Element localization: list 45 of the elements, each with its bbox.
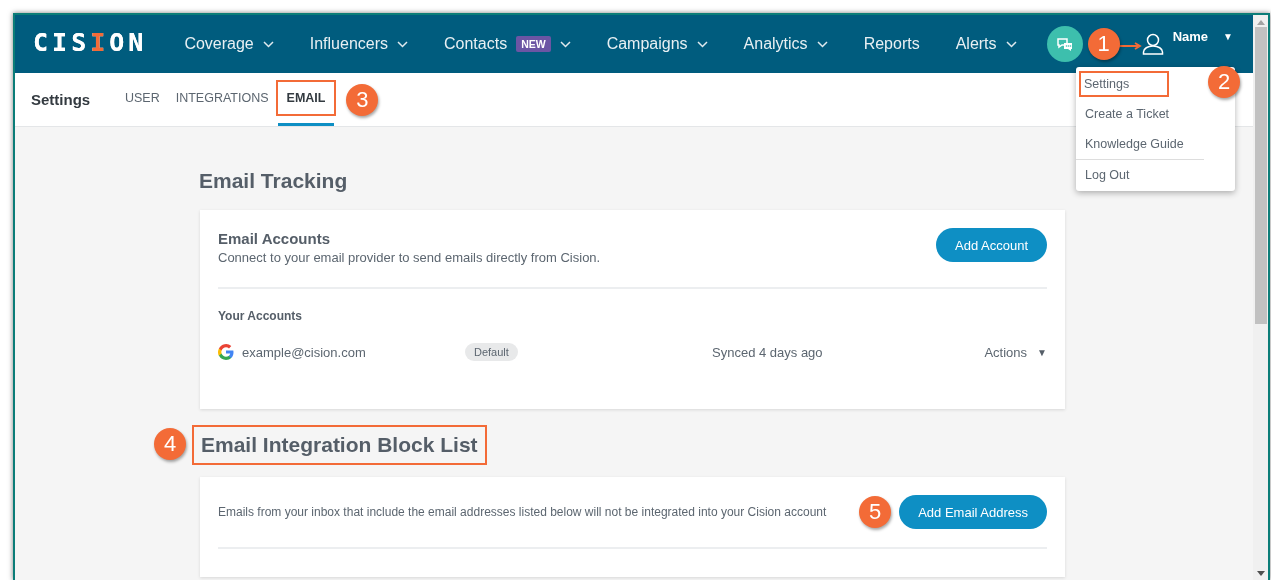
- callout-number: 1: [1087, 28, 1120, 60]
- sync-status: Synced 4 days ago: [712, 344, 824, 360]
- dropdown-menu-item[interactable]: Knowledge Guide: [1076, 129, 1204, 159]
- page-title: Settings: [31, 91, 92, 108]
- chevron-down-icon: [559, 40, 571, 48]
- account-email: example@cision.com: [242, 344, 366, 360]
- chevron-down-icon: [397, 40, 408, 48]
- new-badge: NEW: [516, 36, 551, 52]
- card-description: Connect to your email provider to send emails directly from Cision.: [218, 250, 601, 265]
- nav-menu-item[interactable]: Analytics: [743, 35, 828, 53]
- scroll-down-arrow-icon[interactable]: [1256, 571, 1265, 576]
- default-badge: Default: [465, 343, 518, 361]
- chevron-down-icon: [696, 40, 708, 48]
- google-g-icon: [218, 344, 234, 360]
- chevron-down-icon: [1005, 40, 1017, 48]
- dropdown-menu-item[interactable]: Create a Ticket: [1076, 99, 1204, 129]
- nav-menu-item[interactable]: Campaigns: [606, 35, 708, 53]
- callout-number: 3: [346, 83, 379, 116]
- nav-menu-item[interactable]: Influencers: [309, 35, 408, 53]
- callout-number: 2: [1208, 66, 1240, 98]
- user-icon: [1141, 33, 1164, 55]
- nav-menu-item[interactable]: Reports: [863, 35, 920, 53]
- callout-number: 4: [154, 428, 186, 460]
- chevron-down-icon: [816, 40, 828, 48]
- add-account-button[interactable]: Add Account: [936, 228, 1047, 262]
- arrow-icon: [1117, 42, 1144, 50]
- chevron-down-icon: [262, 40, 274, 48]
- nav-menu-item[interactable]: Contacts NEW: [444, 35, 571, 53]
- chat-button[interactable]: [1046, 26, 1083, 62]
- nav-menu-item[interactable]: Alerts: [955, 35, 1017, 53]
- dropdown-menu-item[interactable]: Log Out: [1076, 159, 1204, 189]
- section-heading: Email Integration Block List: [192, 425, 487, 465]
- card-description: Emails from your inbox that include the email addresses listed below will not be integrated into your Cision account: [218, 505, 827, 519]
- user-menu-button[interactable]: Name ▼: [1141, 33, 1233, 55]
- nav-menu-item[interactable]: Coverage: [184, 35, 274, 53]
- add-email-address-button[interactable]: Add Email Address: [899, 495, 1047, 529]
- chat-bubbles-icon: [1055, 36, 1074, 52]
- card-title: Email Accounts: [218, 230, 331, 247]
- callout-number: 5: [859, 496, 892, 528]
- actions-dropdown[interactable]: Actions ▼: [984, 344, 1047, 360]
- scrollbar[interactable]: [1253, 15, 1268, 580]
- list-title: Your Accounts: [218, 309, 303, 323]
- settings-tab[interactable]: INTEGRATIONS: [168, 73, 276, 126]
- section-heading: Email Tracking: [198, 168, 349, 194]
- settings-tab[interactable]: USER: [118, 73, 167, 126]
